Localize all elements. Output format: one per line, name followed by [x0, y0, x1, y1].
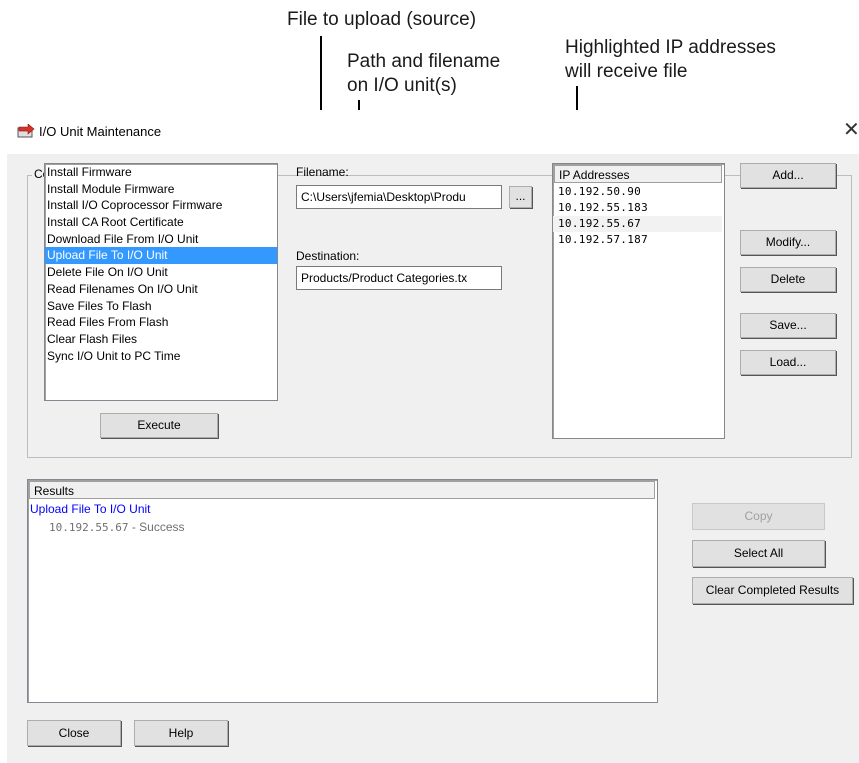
ip-address-item[interactable]: 10.192.50.90	[553, 184, 722, 200]
title-bar: I/O Unit Maintenance ✕	[7, 110, 859, 154]
select-all-button[interactable]: Select All	[692, 540, 825, 567]
io-unit-maintenance-window: I/O Unit Maintenance ✕ Command Install F…	[7, 110, 859, 763]
result-line: 10.192.55.67 - Success	[49, 520, 185, 534]
annotation-destination: Path and filename on I/O unit(s)	[347, 50, 500, 98]
command-list-item[interactable]: Install I/O Coprocessor Firmware	[45, 197, 277, 214]
modify-button[interactable]: Modify...	[740, 230, 836, 255]
result-status: - Success	[128, 520, 185, 534]
delete-button[interactable]: Delete	[740, 267, 836, 292]
command-list-item[interactable]: Upload File To I/O Unit	[45, 247, 277, 265]
ip-address-header[interactable]: IP Addresses	[554, 165, 722, 183]
io-unit-icon	[17, 124, 35, 138]
command-list-item[interactable]: Clear Flash Files	[45, 331, 277, 348]
command-list-item[interactable]: Install CA Root Certificate	[45, 214, 277, 231]
save-button[interactable]: Save...	[740, 313, 836, 338]
window-title: I/O Unit Maintenance	[39, 124, 162, 139]
command-list-item[interactable]: Download File From I/O Unit	[45, 231, 277, 248]
command-list-item[interactable]: Install Firmware	[45, 164, 277, 181]
help-button[interactable]: Help	[134, 720, 228, 746]
filename-field[interactable]: C:\Users\jfemia\Desktop\Produ	[296, 185, 502, 209]
command-list[interactable]: Install Firmware Install Module Firmware I…	[44, 163, 278, 401]
command-list-item[interactable]: Sync I/O Unit to PC Time	[45, 348, 277, 365]
destination-field[interactable]: Products/Product Categories.tx	[296, 266, 502, 290]
result-ip: 10.192.55.67	[49, 521, 129, 534]
annotation-ips-line2: will receive file	[565, 61, 688, 82]
copy-button[interactable]: Copy	[692, 503, 825, 530]
command-list-item[interactable]: Delete File On I/O Unit	[45, 264, 277, 281]
annotation-destination-line1: Path and filename	[347, 51, 501, 72]
destination-label: Destination:	[296, 249, 360, 263]
close-button[interactable]: Close	[27, 720, 121, 746]
ip-address-item[interactable]: 10.192.55.183	[553, 200, 722, 216]
ip-address-item[interactable]: 10.192.57.187	[553, 232, 722, 248]
command-list-item[interactable]: Install Module Firmware	[45, 181, 277, 198]
ip-address-item[interactable]: 10.192.55.67	[553, 216, 722, 232]
ip-address-list[interactable]: IP Addresses 10.192.50.90 10.192.55.183 10…	[552, 163, 725, 439]
results-list[interactable]: Results Upload File To I/O Unit 10.192.5…	[27, 479, 658, 703]
command-list-items: Install Firmware Install Module Firmware I…	[45, 164, 277, 364]
annotation-ips-line1: Highlighted IP addresses	[565, 37, 776, 58]
ip-address-items: 10.192.50.90 10.192.55.183 10.192.55.67 10.…	[553, 184, 722, 248]
annotation-destination-line2: on I/O unit(s)	[347, 75, 457, 96]
clear-completed-results-button[interactable]: Clear Completed Results	[692, 577, 853, 604]
annotation-ips: Highlighted IP addresses will receive fi…	[565, 36, 776, 84]
filename-label: Filename:	[296, 165, 349, 179]
load-button[interactable]: Load...	[740, 350, 836, 375]
annotation-source: File to upload (source)	[287, 9, 477, 30]
result-title: Upload File To I/O Unit	[30, 502, 151, 516]
browse-button[interactable]: ...	[509, 186, 532, 208]
command-list-item[interactable]: Save Files To Flash	[45, 298, 277, 315]
results-header[interactable]: Results	[29, 481, 655, 499]
close-icon[interactable]: ✕	[843, 120, 859, 140]
command-list-item[interactable]: Read Files From Flash	[45, 314, 277, 331]
execute-button[interactable]: Execute	[100, 413, 218, 438]
add-button[interactable]: Add...	[740, 163, 836, 188]
command-list-item[interactable]: Read Filenames On I/O Unit	[45, 281, 277, 298]
